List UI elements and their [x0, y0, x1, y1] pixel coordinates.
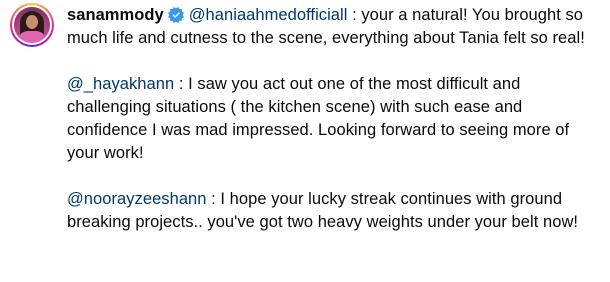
mention-link[interactable]: @haniaahmedofficiall: [189, 6, 348, 24]
avatar-photo: [14, 7, 50, 43]
comment-body: sanammody @haniaahmedofficiall : your a n…: [67, 4, 605, 234]
verified-badge-icon: [167, 7, 184, 23]
avatar-clothing: [18, 31, 46, 43]
avatar-face: [26, 15, 38, 29]
comment-paragraph: @_hayakhann : I saw you act out one of t…: [67, 73, 605, 165]
avatar-ring-inner: [12, 5, 52, 45]
mention-link[interactable]: @_hayakhann: [67, 75, 174, 93]
comment-username[interactable]: sanammody: [67, 6, 164, 24]
comment-paragraph: @noorayzeeshann : I hope your lucky stre…: [67, 188, 605, 234]
comment: sanammody @haniaahmedofficiall : your a n…: [0, 0, 610, 282]
comment-paragraph: sanammody @haniaahmedofficiall : your a n…: [67, 4, 605, 50]
mention-link[interactable]: @noorayzeeshann: [67, 190, 207, 208]
profile-avatar[interactable]: [10, 3, 54, 47]
